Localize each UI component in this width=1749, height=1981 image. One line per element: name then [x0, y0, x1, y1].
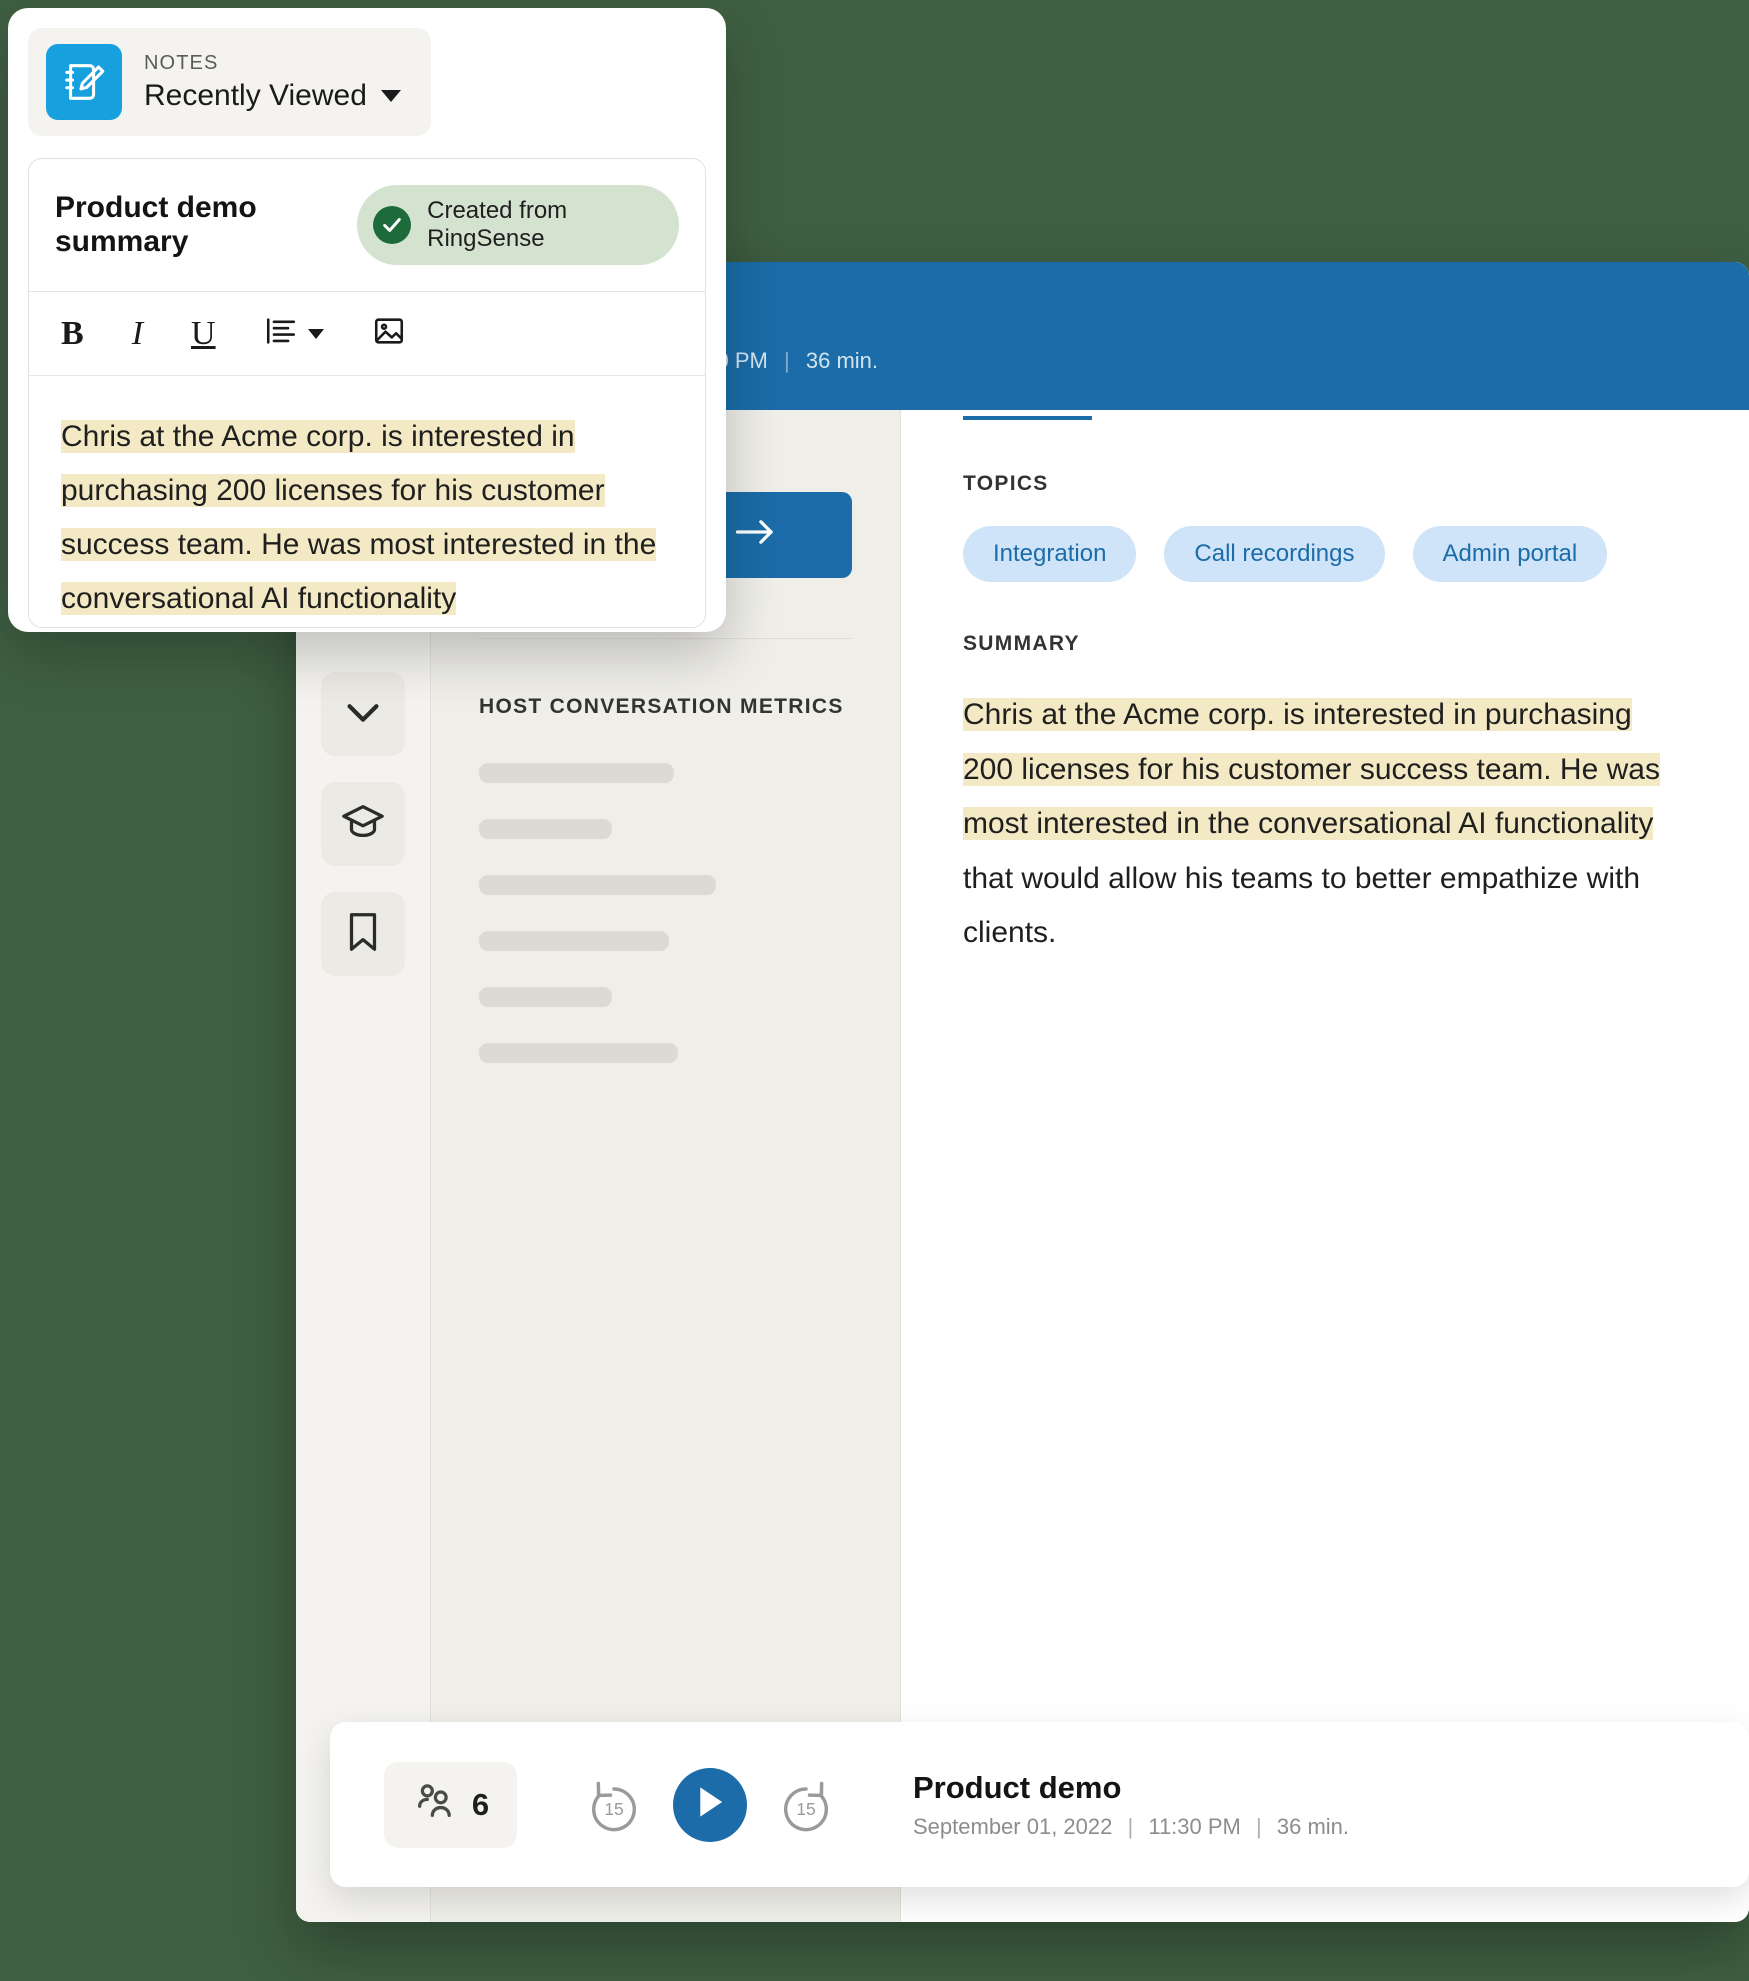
player-meta: Product demo September 01, 2022 | 11:30 … [913, 1770, 1349, 1840]
play-button[interactable] [673, 1768, 747, 1842]
image-icon [372, 314, 406, 353]
play-icon [695, 1785, 725, 1824]
italic-button[interactable]: I [132, 315, 143, 353]
notes-view-selector[interactable]: Recently Viewed [144, 79, 401, 113]
player-submeta: September 01, 2022 | 11:30 PM | 36 min. [913, 1814, 1349, 1840]
participants-badge[interactable]: 6 [384, 1762, 517, 1848]
bold-button[interactable]: B [61, 315, 84, 353]
underline-label: U [191, 315, 216, 353]
topics-label: TOPICS [963, 472, 1749, 496]
arrow-right-icon [736, 518, 774, 553]
insert-image-button[interactable] [372, 314, 406, 353]
media-player-bar: 6 15 15 [330, 1722, 1749, 1887]
summary-text: Chris at the Acme corp. is interested in… [963, 688, 1663, 961]
meta-separator: | [784, 348, 790, 373]
rail-item-learning[interactable] [321, 782, 405, 866]
graduation-cap-icon [340, 799, 386, 850]
metric-placeholder [479, 819, 612, 839]
metric-placeholder [479, 763, 674, 783]
player-duration: 36 min. [1277, 1814, 1349, 1839]
badge-label: Created from RingSense [427, 197, 653, 253]
topic-chip-integration[interactable]: Integration [963, 526, 1136, 582]
svg-text:15: 15 [604, 1799, 623, 1819]
rail-item-chevron[interactable] [321, 672, 405, 756]
screen-root: Deal Stage Review deal HOST CONVERSATION… [0, 0, 1749, 1981]
note-document-header: Product demo summary Created from RingSe… [29, 159, 705, 292]
check-circle-icon [373, 206, 411, 244]
bookmark-icon [340, 909, 386, 960]
underline-button[interactable]: U [191, 315, 216, 353]
svg-text:15: 15 [796, 1799, 815, 1819]
align-list-icon [264, 314, 298, 353]
deal-divider [479, 638, 852, 639]
chevron-down-icon [340, 689, 386, 740]
meta-separator: | [1128, 1814, 1134, 1839]
topic-chip-call-recordings[interactable]: Call recordings [1164, 526, 1384, 582]
italic-label: I [132, 315, 143, 353]
notes-pill-text: NOTES Recently Viewed [144, 52, 401, 113]
participants-count: 6 [472, 1787, 489, 1823]
forward-15-icon[interactable]: 15 [777, 1776, 835, 1834]
note-editor-toolbar: B I U [29, 292, 705, 376]
host-metrics-title: HOST CONVERSATION METRICS [479, 695, 852, 719]
metric-placeholder [479, 1043, 678, 1063]
rail-item-bookmark[interactable] [321, 892, 405, 976]
player-date: September 01, 2022 [913, 1814, 1112, 1839]
chevron-down-icon [308, 329, 324, 339]
topic-chip-admin-portal[interactable]: Admin portal [1413, 526, 1608, 582]
host-metrics-placeholders [479, 763, 852, 1063]
summary-remainder: that would allow his teams to better emp… [963, 862, 1640, 950]
notes-card: NOTES Recently Viewed Product demo summa… [8, 8, 726, 632]
metric-placeholder [479, 875, 716, 895]
note-document: Product demo summary Created from RingSe… [28, 158, 706, 628]
notes-kicker: NOTES [144, 52, 401, 75]
created-from-ringsense-badge: Created from RingSense [357, 185, 679, 265]
people-icon [412, 1779, 458, 1830]
call-duration: 36 min. [806, 348, 878, 373]
chevron-down-icon [381, 90, 401, 102]
metric-placeholder [479, 987, 612, 1007]
align-list-button[interactable] [264, 314, 324, 353]
notes-view-label: Recently Viewed [144, 79, 367, 113]
notes-icon [46, 44, 122, 120]
topics-chip-list: Integration Call recordings Admin portal [963, 526, 1749, 582]
summary-highlight: Chris at the Acme corp. is interested in… [963, 698, 1660, 840]
note-body[interactable]: Chris at the Acme corp. is interested in… [29, 376, 705, 628]
summary-label: SUMMARY [963, 632, 1749, 656]
transport-controls: 15 15 [585, 1768, 835, 1842]
rewind-15-icon[interactable]: 15 [585, 1776, 643, 1834]
player-title: Product demo [913, 1770, 1349, 1806]
notes-app-pill[interactable]: NOTES Recently Viewed [28, 28, 431, 136]
note-body-highlight: Chris at the Acme corp. is interested in… [61, 420, 656, 615]
bold-label: B [61, 315, 84, 353]
player-time: 11:30 PM [1148, 1814, 1241, 1839]
metric-placeholder [479, 931, 669, 951]
call-detail-panel: Overview Transcript Trackers TOPICS Inte… [901, 262, 1749, 1922]
meta-separator: | [1256, 1814, 1262, 1839]
note-title: Product demo summary [55, 191, 357, 259]
